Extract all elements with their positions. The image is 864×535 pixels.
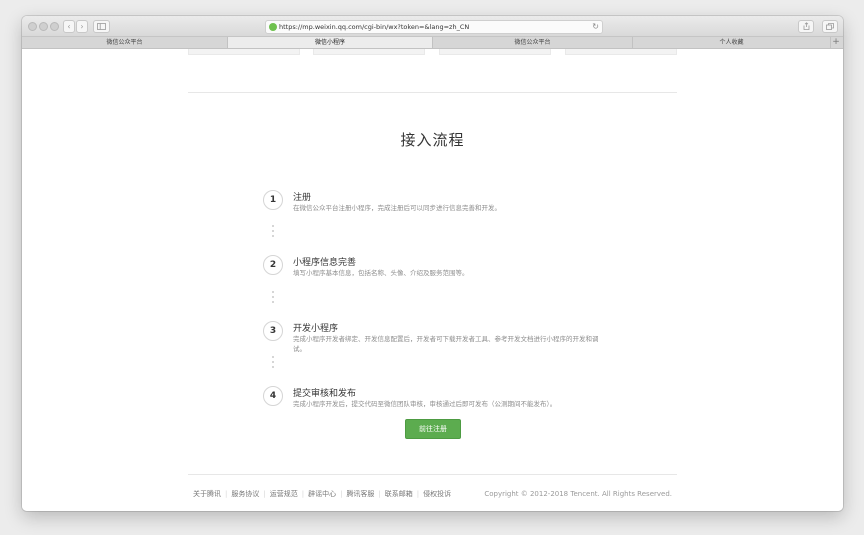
step-title-3: 开发小程序: [293, 324, 339, 334]
page-content: 接入流程 1 注册 在微信公众平台注册小程序，完成注册后可以同步进行信息完善和开…: [22, 49, 843, 511]
reload-icon[interactable]: ↻: [592, 21, 599, 33]
forward-arrow-icon: ›: [80, 22, 84, 31]
step-number-4: 4: [263, 386, 283, 406]
footer-link-infringement[interactable]: 侵权投诉: [423, 490, 451, 498]
back-button[interactable]: ‹: [63, 20, 75, 33]
footer-links: 关于腾讯 | 服务协议 | 运营规范 | 辟谣中心 | 腾讯客服 | 联系邮箱 | 侵权投诉: [193, 490, 452, 498]
card-stub: [439, 49, 551, 55]
card-stub: [188, 49, 300, 55]
step-number-3: 3: [263, 321, 283, 341]
minimize-dot-icon[interactable]: [39, 22, 48, 31]
tab-mini-program[interactable]: 微信小程序: [228, 37, 433, 48]
card-stub: [565, 49, 677, 55]
share-button[interactable]: [798, 20, 814, 33]
step-title-4: 提交审核和发布: [293, 389, 357, 399]
step-desc-1: 在微信公众平台注册小程序，完成注册后可以同步进行信息完善和开发。: [293, 204, 501, 212]
forward-button[interactable]: ›: [76, 20, 88, 33]
footer-link-support[interactable]: 腾讯客服: [346, 490, 374, 498]
footer-link-rumor-center[interactable]: 辟谣中心: [308, 490, 336, 498]
step-connector: [272, 225, 274, 240]
zoom-dot-icon[interactable]: [50, 22, 59, 31]
step-connector: [272, 291, 274, 306]
add-tab-icon[interactable]: +: [831, 37, 841, 48]
copyright-text: Copyright © 2012-2018 Tencent. All Right…: [484, 490, 672, 498]
back-arrow-icon: ‹: [67, 22, 71, 31]
tab-bar: 微信公众平台 微信小程序 微信公众平台 个人收藏 +: [22, 37, 843, 49]
lock-icon: [269, 23, 277, 31]
address-bar[interactable]: https://mp.weixin.qq.com/cgi-bin/wx?toke…: [265, 20, 603, 34]
step-number-2: 2: [263, 255, 283, 275]
browser-window: ‹ › https://mp.weixin.qq.com/cgi-bin/wx?…: [22, 16, 843, 511]
tab-favorites[interactable]: 个人收藏: [633, 37, 831, 48]
step-title-1: 注册: [293, 193, 312, 203]
url-text[interactable]: https://mp.weixin.qq.com/cgi-bin/wx?toke…: [279, 21, 469, 33]
tab-weixin-mp-2[interactable]: 微信公众平台: [433, 37, 633, 48]
browser-toolbar: ‹ › https://mp.weixin.qq.com/cgi-bin/wx?…: [22, 16, 843, 37]
footer-link-rules[interactable]: 运营规范: [270, 490, 298, 498]
step-desc-4: 完成小程序开发后，提交代码至微信团队审核，审核通过后即可发布（公测期间不能发布）…: [293, 400, 557, 408]
tabs-overview-icon: [826, 23, 834, 30]
footer-link-about[interactable]: 关于腾讯: [193, 490, 221, 498]
card-stub: [313, 49, 425, 55]
step-connector: [272, 356, 274, 371]
tabs-overview-button[interactable]: [822, 20, 838, 33]
close-dot-icon[interactable]: [28, 22, 37, 31]
step-desc-2: 填写小程序基本信息，包括名称、头像、介绍及服务范围等。: [293, 269, 469, 277]
step-desc-3: 完成小程序开发者绑定、开发信息配置后，开发者可下载开发者工具、参考开发文档进行小…: [293, 335, 599, 353]
tab-weixin-mp-1[interactable]: 微信公众平台: [22, 37, 228, 48]
share-icon: [803, 22, 809, 30]
step-title-2: 小程序信息完善: [293, 258, 357, 268]
footer-link-terms[interactable]: 服务协议: [231, 490, 259, 498]
footer-link-email[interactable]: 联系邮箱: [385, 490, 413, 498]
footer-divider: [188, 474, 677, 475]
page-title: 接入流程: [400, 131, 465, 149]
sidebar-icon: [97, 23, 106, 30]
section-divider: [188, 92, 677, 93]
step-number-1: 1: [263, 190, 283, 210]
sidebar-button[interactable]: [93, 20, 110, 33]
register-button[interactable]: 前往注册: [405, 419, 461, 439]
